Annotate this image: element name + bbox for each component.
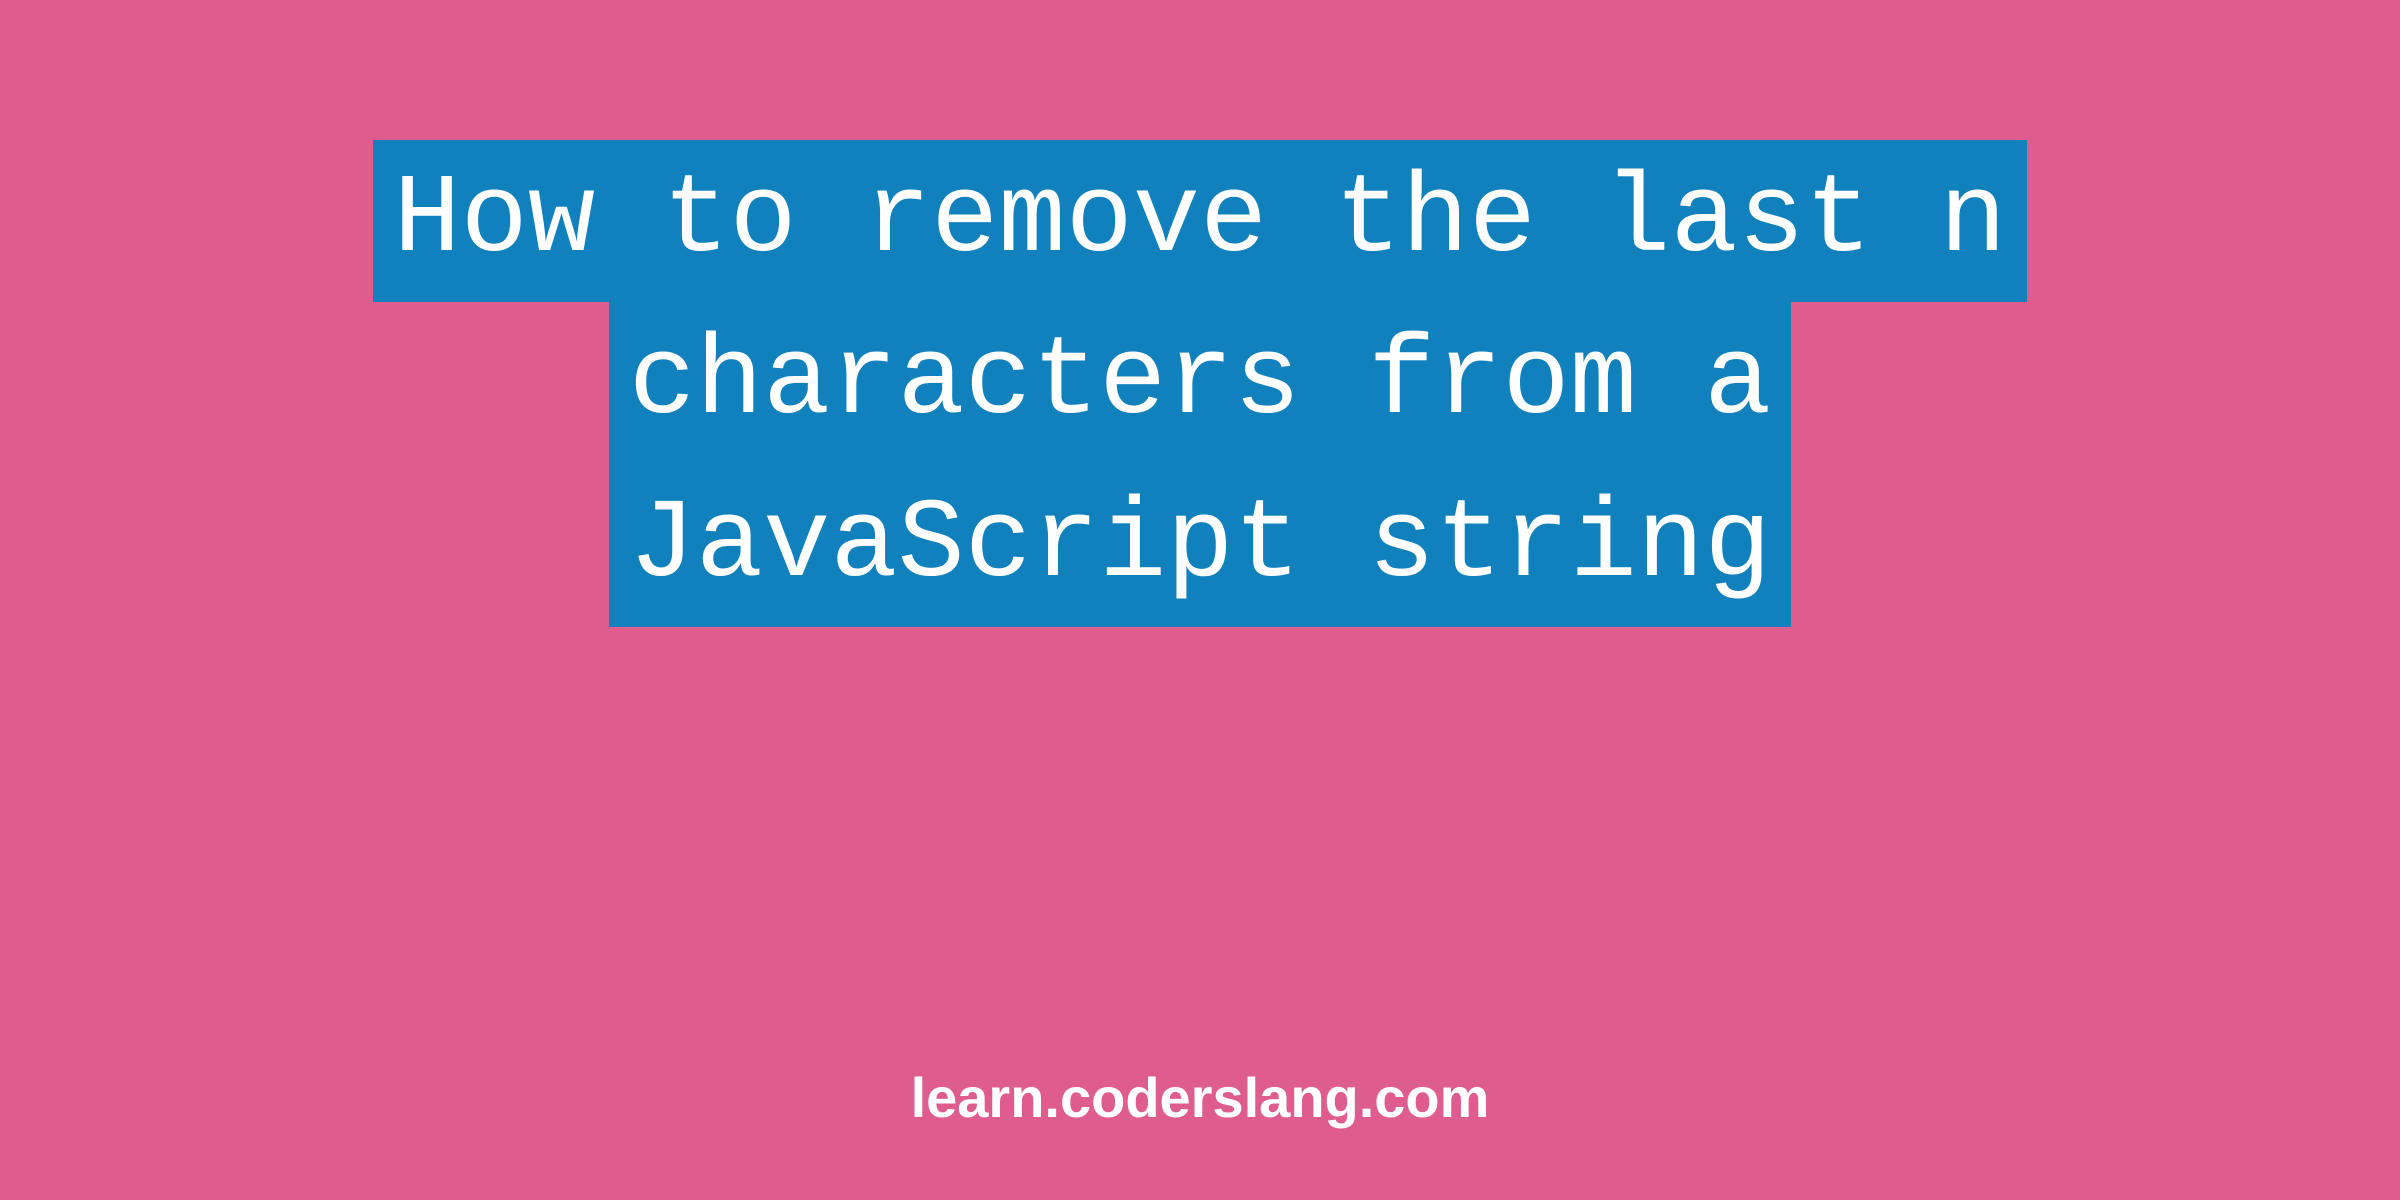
heading-line-1: How to remove the last n	[373, 140, 2026, 302]
heading-line-2: characters from a	[609, 302, 1792, 464]
heading-line-3: JavaScript string	[609, 465, 1792, 627]
article-heading: How to remove the last n characters from…	[373, 140, 2026, 627]
site-url: learn.coderslang.com	[911, 1065, 1490, 1130]
